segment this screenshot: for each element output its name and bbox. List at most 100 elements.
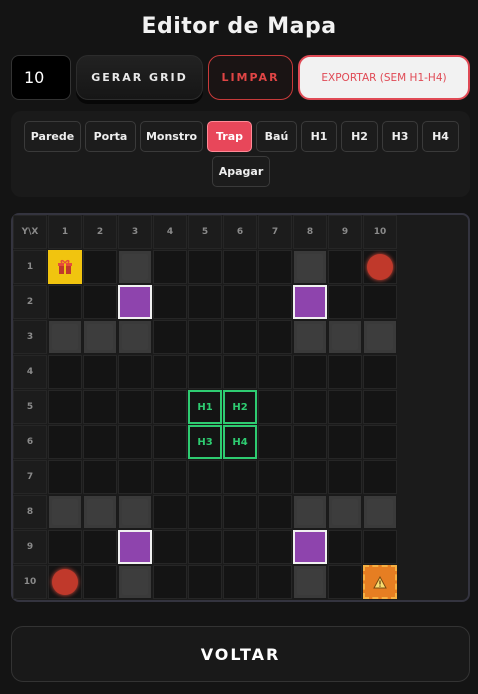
grid-cell[interactable] xyxy=(258,565,292,599)
trap-cell[interactable] xyxy=(363,565,397,599)
grid-cell[interactable] xyxy=(258,320,292,354)
wall-cell[interactable] xyxy=(83,495,117,529)
grid-cell[interactable] xyxy=(258,530,292,564)
wall-cell[interactable] xyxy=(83,320,117,354)
grid-cell[interactable] xyxy=(363,285,397,319)
grid-cell[interactable] xyxy=(223,530,257,564)
grid-cell[interactable] xyxy=(328,530,362,564)
grid-cell[interactable] xyxy=(223,495,257,529)
chest-cell[interactable] xyxy=(48,250,82,284)
tool-h3[interactable]: H3 xyxy=(382,121,418,152)
wall-cell[interactable] xyxy=(328,495,362,529)
wall-cell[interactable] xyxy=(118,320,152,354)
grid-cell[interactable] xyxy=(153,495,187,529)
wall-cell[interactable] xyxy=(293,250,327,284)
grid-cell[interactable] xyxy=(363,390,397,424)
grid-cell[interactable] xyxy=(48,460,82,494)
grid-cell[interactable] xyxy=(293,460,327,494)
grid-cell[interactable] xyxy=(83,425,117,459)
grid-cell[interactable] xyxy=(83,355,117,389)
grid-cell[interactable] xyxy=(83,390,117,424)
tool-porta[interactable]: Porta xyxy=(85,121,136,152)
grid-cell[interactable] xyxy=(258,250,292,284)
grid-cell[interactable] xyxy=(153,355,187,389)
grid-cell[interactable] xyxy=(188,495,222,529)
grid-cell[interactable] xyxy=(223,250,257,284)
back-button[interactable]: VOLTAR xyxy=(11,626,470,682)
grid-cell[interactable] xyxy=(188,460,222,494)
grid-cell[interactable] xyxy=(258,390,292,424)
tool-monstro[interactable]: Monstro xyxy=(140,121,203,152)
monster-cell[interactable] xyxy=(48,565,82,599)
grid-cell[interactable] xyxy=(83,460,117,494)
grid-cell[interactable] xyxy=(328,565,362,599)
grid-cell[interactable] xyxy=(363,355,397,389)
grid-cell[interactable] xyxy=(258,285,292,319)
grid-cell[interactable] xyxy=(83,285,117,319)
tool-parede[interactable]: Parede xyxy=(24,121,81,152)
grid-cell[interactable] xyxy=(293,355,327,389)
grid-cell[interactable] xyxy=(188,565,222,599)
grid-cell[interactable] xyxy=(223,285,257,319)
grid-cell[interactable] xyxy=(153,250,187,284)
wall-cell[interactable] xyxy=(363,320,397,354)
wall-cell[interactable] xyxy=(48,320,82,354)
grid-cell[interactable] xyxy=(48,390,82,424)
grid-cell[interactable] xyxy=(153,425,187,459)
monster-cell[interactable] xyxy=(363,250,397,284)
grid-cell[interactable] xyxy=(153,565,187,599)
wall-cell[interactable] xyxy=(328,320,362,354)
grid-cell[interactable] xyxy=(363,530,397,564)
grid-cell[interactable] xyxy=(153,285,187,319)
grid-cell[interactable] xyxy=(223,460,257,494)
wall-cell[interactable] xyxy=(48,495,82,529)
grid-cell[interactable] xyxy=(258,425,292,459)
tool-ba[interactable]: Baú xyxy=(256,121,297,152)
wall-cell[interactable] xyxy=(118,495,152,529)
grid-cell[interactable] xyxy=(118,460,152,494)
grid-cell[interactable] xyxy=(48,425,82,459)
wall-cell[interactable] xyxy=(118,250,152,284)
grid-cell[interactable] xyxy=(363,425,397,459)
wall-cell[interactable] xyxy=(118,565,152,599)
grid-cell[interactable] xyxy=(258,495,292,529)
tool-trap[interactable]: Trap xyxy=(207,121,252,152)
grid-cell[interactable] xyxy=(83,565,117,599)
wall-cell[interactable] xyxy=(293,495,327,529)
grid-cell[interactable] xyxy=(293,390,327,424)
grid-cell[interactable] xyxy=(188,355,222,389)
grid-cell[interactable] xyxy=(83,530,117,564)
tool-h1[interactable]: H1 xyxy=(301,121,337,152)
grid-cell[interactable] xyxy=(153,320,187,354)
grid-cell[interactable] xyxy=(293,425,327,459)
grid-cell[interactable] xyxy=(328,390,362,424)
hroom-cell[interactable]: H4 xyxy=(223,425,257,459)
grid-cell[interactable] xyxy=(153,530,187,564)
grid-cell[interactable] xyxy=(118,355,152,389)
door-cell[interactable] xyxy=(118,285,152,319)
grid-cell[interactable] xyxy=(328,250,362,284)
grid-cell[interactable] xyxy=(153,390,187,424)
wall-cell[interactable] xyxy=(293,320,327,354)
grid-cell[interactable] xyxy=(258,355,292,389)
clear-button[interactable]: LIMPAR xyxy=(208,55,293,100)
grid-cell[interactable] xyxy=(153,460,187,494)
grid-cell[interactable] xyxy=(48,530,82,564)
grid-cell[interactable] xyxy=(188,320,222,354)
grid-cell[interactable] xyxy=(48,285,82,319)
grid-cell[interactable] xyxy=(363,460,397,494)
grid-cell[interactable] xyxy=(328,460,362,494)
grid-cell[interactable] xyxy=(223,320,257,354)
export-button[interactable]: EXPORTAR (SEM H1-H4) xyxy=(298,55,470,100)
hroom-cell[interactable]: H2 xyxy=(223,390,257,424)
grid-cell[interactable] xyxy=(188,250,222,284)
grid-size-input[interactable] xyxy=(11,55,71,100)
door-cell[interactable] xyxy=(118,530,152,564)
grid-cell[interactable] xyxy=(188,530,222,564)
hroom-cell[interactable]: H3 xyxy=(188,425,222,459)
tool-h2[interactable]: H2 xyxy=(341,121,378,152)
hroom-cell[interactable]: H1 xyxy=(188,390,222,424)
grid-cell[interactable] xyxy=(328,285,362,319)
grid-cell[interactable] xyxy=(118,390,152,424)
grid-cell[interactable] xyxy=(328,355,362,389)
